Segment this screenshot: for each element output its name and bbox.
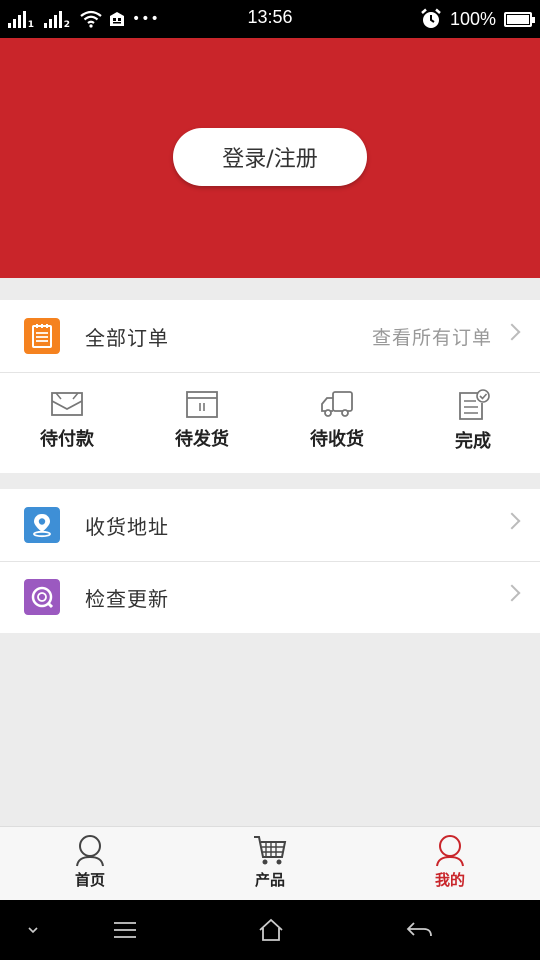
person-icon xyxy=(436,835,464,867)
status-pending-shipment[interactable]: 待发货 xyxy=(152,389,252,451)
check-update-row[interactable]: 检查更新 xyxy=(0,561,540,633)
notepad-icon xyxy=(24,318,60,354)
orders-card: 全部订单 查看所有订单 待付款 待发货 待收货 完成 xyxy=(0,300,540,473)
menu-icon[interactable] xyxy=(105,914,145,946)
login-register-button[interactable]: 登录/注册 xyxy=(173,128,367,186)
all-orders-row[interactable]: 全部订单 查看所有订单 xyxy=(0,300,540,372)
shipping-address-row[interactable]: 收货地址 xyxy=(0,489,540,561)
menu-item-label: 检查更新 xyxy=(85,586,169,611)
location-icon xyxy=(24,507,60,543)
checklist-icon xyxy=(459,389,490,420)
system-nav-bar xyxy=(0,900,540,960)
envelope-icon xyxy=(51,392,83,416)
status-pending-receipt[interactable]: 待收货 xyxy=(287,389,387,451)
tab-products[interactable]: 产品 xyxy=(210,833,330,890)
profile-header: 登录/注册 xyxy=(0,38,540,278)
menu-item-label: 收货地址 xyxy=(85,514,169,539)
status-right: 100% xyxy=(420,6,535,32)
view-all-orders-link[interactable]: 查看所有订单 xyxy=(372,323,492,350)
status-label: 待付款 xyxy=(40,429,94,450)
status-label: 待收货 xyxy=(310,429,364,450)
tab-mine[interactable]: 我的 xyxy=(390,833,510,890)
cart-icon xyxy=(254,836,287,865)
status-completed[interactable]: 完成 xyxy=(423,389,523,453)
chevron-right-icon xyxy=(503,323,521,341)
status-pending-payment[interactable]: 待付款 xyxy=(17,389,117,451)
status-bar: 1 2 ••• 13:56 100% xyxy=(0,0,540,38)
tab-label: 我的 xyxy=(434,871,465,889)
chevron-down-icon[interactable] xyxy=(13,914,53,946)
tab-home[interactable]: 首页 xyxy=(30,833,150,890)
back-icon[interactable] xyxy=(400,914,440,946)
status-label: 待发货 xyxy=(175,429,229,450)
bottom-tab-bar: 首页 产品 我的 xyxy=(0,826,540,900)
truck-icon xyxy=(321,391,353,417)
battery-percent: 100% xyxy=(449,8,496,29)
chevron-right-icon xyxy=(503,512,521,530)
home-icon[interactable] xyxy=(251,914,291,946)
all-orders-label: 全部订单 xyxy=(85,325,169,350)
tab-label: 产品 xyxy=(254,871,285,889)
status-label: 完成 xyxy=(455,431,491,452)
box-icon xyxy=(186,391,218,418)
menu-card: 收货地址 检查更新 xyxy=(0,489,540,633)
person-icon xyxy=(76,835,104,867)
alarm-icon xyxy=(421,8,441,28)
tab-label: 首页 xyxy=(74,871,105,889)
refresh-search-icon xyxy=(24,579,60,615)
chevron-right-icon xyxy=(503,584,521,602)
battery-icon xyxy=(504,11,535,27)
order-status-grid: 待付款 待发货 待收货 完成 xyxy=(0,373,540,473)
